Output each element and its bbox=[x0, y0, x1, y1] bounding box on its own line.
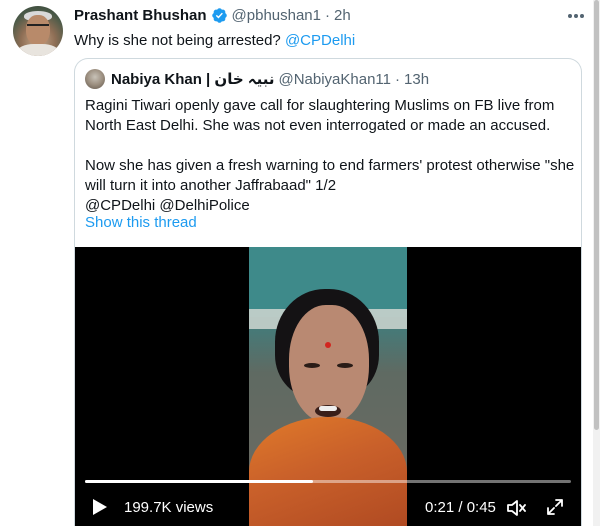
author-name[interactable]: Prashant Bhushan bbox=[74, 7, 207, 24]
separator-dot: · bbox=[395, 70, 401, 88]
video-bindi bbox=[325, 342, 331, 348]
play-icon[interactable] bbox=[89, 497, 109, 517]
video-progress-fill bbox=[85, 480, 314, 483]
separator-dot: · bbox=[325, 7, 330, 24]
video-eye bbox=[304, 363, 320, 368]
quote-header: Nabiya Khan | نبیہ خان @NabiyaKhan11 · 1… bbox=[85, 69, 429, 89]
dot bbox=[580, 14, 584, 18]
quote-author-name[interactable]: Nabiya Khan | نبیہ خان bbox=[111, 70, 274, 88]
scrollbar-thumb[interactable] bbox=[594, 0, 599, 430]
video-teeth bbox=[319, 406, 337, 411]
quote-line: Ragini Tiwari openly gave call for slaug… bbox=[85, 97, 555, 114]
video-player[interactable]: 199.7K views 0:21 / 0:45 bbox=[75, 247, 581, 526]
avatar-face bbox=[26, 15, 50, 45]
avatar-shirt bbox=[17, 44, 59, 56]
show-thread-link[interactable]: Show this thread bbox=[85, 214, 197, 231]
dot bbox=[574, 14, 578, 18]
quote-line: North East Delhi. She was not even inter… bbox=[85, 117, 551, 134]
video-progress-bar[interactable] bbox=[85, 480, 571, 483]
verified-badge-icon bbox=[211, 8, 227, 23]
quote-body: Ragini Tiwari openly gave call for slaug… bbox=[85, 96, 575, 216]
tweet-time[interactable]: 2h bbox=[334, 7, 351, 24]
tweet-header: Prashant Bhushan @pbhushan1 · 2h bbox=[74, 7, 351, 24]
quote-author-avatar[interactable] bbox=[85, 69, 105, 89]
view-count: 199.7K views bbox=[124, 499, 214, 516]
author-avatar[interactable] bbox=[13, 6, 63, 56]
quote-author-handle[interactable]: @NabiyaKhan11 bbox=[278, 71, 391, 88]
quote-line: will turn it into another Jaffrabaad" 1/… bbox=[85, 177, 337, 194]
quote-mentions[interactable]: @CPDelhi @DelhiPolice bbox=[85, 196, 575, 216]
tweet[interactable]: Prashant Bhushan @pbhushan1 · 2h Why is … bbox=[0, 0, 600, 526]
mute-icon[interactable] bbox=[505, 497, 527, 519]
quote-time[interactable]: 13h bbox=[404, 71, 429, 88]
fullscreen-icon[interactable] bbox=[545, 497, 565, 517]
tweet-body: Why is she not being arrested? bbox=[74, 32, 285, 49]
dot bbox=[568, 14, 572, 18]
more-dots-icon[interactable] bbox=[566, 7, 586, 25]
mention-link[interactable]: @CPDelhi bbox=[285, 32, 355, 49]
author-handle[interactable]: @pbhushan1 bbox=[232, 7, 321, 24]
quote-line: Now she has given a fresh warning to end… bbox=[85, 157, 575, 174]
tweet-text: Why is she not being arrested? @CPDelhi bbox=[74, 32, 355, 49]
quoted-tweet[interactable]: Nabiya Khan | نبیہ خان @NabiyaKhan11 · 1… bbox=[74, 58, 582, 526]
video-frame bbox=[249, 247, 407, 526]
video-timer: 0:21 / 0:45 bbox=[425, 499, 496, 516]
video-eye bbox=[337, 363, 353, 368]
avatar-glasses bbox=[27, 24, 49, 29]
video-controls: 199.7K views 0:21 / 0:45 bbox=[75, 495, 581, 523]
